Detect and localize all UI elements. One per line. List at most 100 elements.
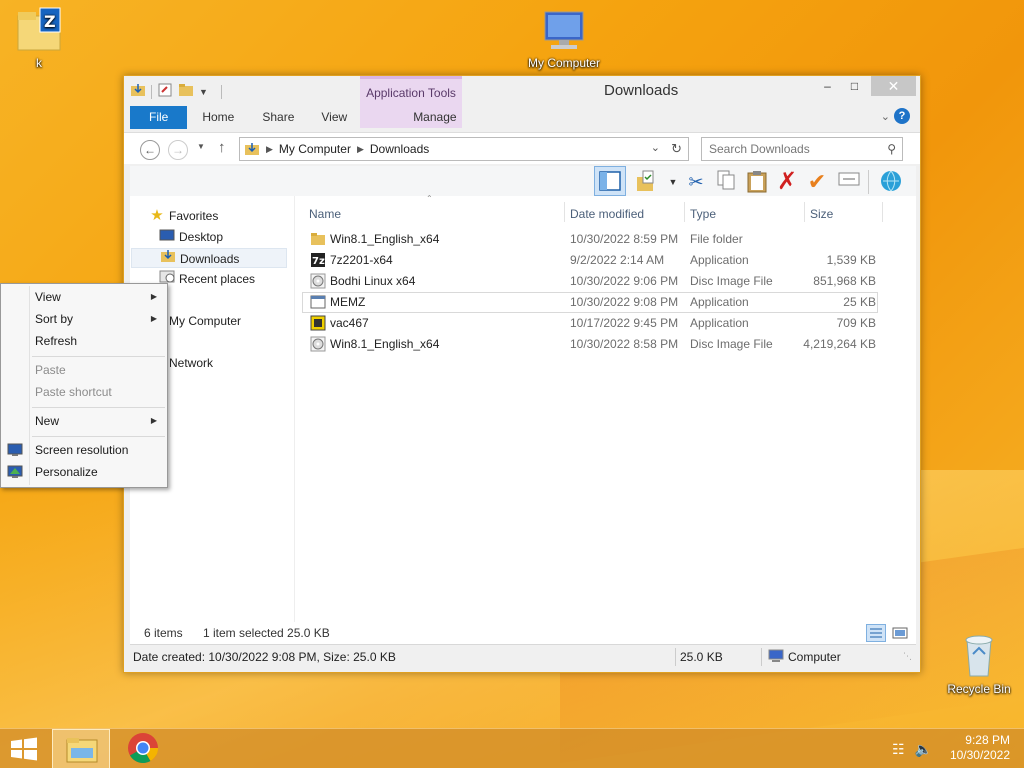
file-date: 9/2/2022 2:14 AM <box>570 253 665 267</box>
column-header-type[interactable]: Type <box>690 202 716 226</box>
breadcrumb-my-computer[interactable]: My Computer <box>279 142 351 156</box>
up-arrow-icon[interactable]: ↑ <box>218 139 226 156</box>
menu-item-new[interactable]: New ▶ <box>35 411 163 431</box>
globe-icon[interactable] <box>878 169 904 195</box>
nav-item-label: My Computer <box>169 314 242 328</box>
tab-share[interactable]: Share <box>249 106 307 129</box>
file-row[interactable]: Bodhi Linux x64 10/30/2022 9:06 PM Disc … <box>302 271 878 292</box>
column-header-size[interactable]: Size <box>810 202 833 226</box>
tab-manage[interactable]: Manage <box>399 106 470 129</box>
menu-separator <box>32 436 165 437</box>
column-header-date-modified[interactable]: Date modified <box>570 202 644 226</box>
large-icons-view-icon[interactable] <box>890 624 910 642</box>
separator <box>761 648 762 666</box>
desktop-icon-recycle-bin[interactable]: Recycle Bin <box>934 632 1024 696</box>
tab-home[interactable]: Home <box>187 106 249 129</box>
nav-item-favorites[interactable]: ★ Favorites <box>148 206 306 226</box>
forward-arrow-icon[interactable]: → <box>168 140 188 160</box>
desktop-icon-my-computer[interactable]: My Computer <box>519 8 609 70</box>
star-icon: ★ <box>150 207 164 224</box>
clock[interactable]: 9:28 PM 10/30/2022 <box>950 733 1010 763</box>
rename-check-icon[interactable]: ✔ <box>804 169 830 195</box>
tab-file[interactable]: File <box>130 106 188 129</box>
details-view-icon[interactable] <box>866 624 886 642</box>
copy-icon[interactable] <box>713 169 739 195</box>
zip-folder-icon: Z <box>17 7 61 51</box>
file-row[interactable]: vac467 10/17/2022 9:45 PM Application 70… <box>302 313 878 334</box>
menu-item-sort-by[interactable]: Sort by ▶ <box>35 309 163 329</box>
breadcrumb-downloads[interactable]: Downloads <box>370 142 429 156</box>
disc-image-icon <box>310 336 326 359</box>
nav-item-recent-places[interactable]: Recent places <box>158 269 316 289</box>
file-size: 851,968 KB <box>813 274 876 288</box>
menu-item-paste-shortcut[interactable]: Paste shortcut <box>35 382 163 402</box>
computer-icon <box>544 11 584 49</box>
volume-icon[interactable]: 🔈 <box>915 741 932 757</box>
clock-date: 10/30/2022 <box>949 748 1010 762</box>
address-bar[interactable]: ▶ My Computer ▶ Downloads ⌄ ↻ <box>239 137 689 161</box>
details-location: Computer <box>788 650 841 664</box>
minimize-button[interactable]: – <box>814 76 841 96</box>
nav-item-my-computer[interactable]: My Computer <box>148 311 306 331</box>
select-icon[interactable] <box>836 169 862 195</box>
file-row-selected[interactable]: MEMZ 10/30/2022 9:08 PM Application 25 K… <box>302 292 878 313</box>
column-separator[interactable] <box>882 202 883 222</box>
chrome-icon <box>128 733 158 764</box>
title-bar[interactable]: ▼ Application Tools Downloads – □ ✕ <box>124 76 920 128</box>
nav-item-network[interactable]: Network <box>148 353 306 373</box>
preview-pane-icon[interactable] <box>594 166 626 196</box>
file-list[interactable]: ⌃ Name Date modified Type Size Win8.1_En… <box>302 194 916 622</box>
file-name: Win8.1_English_x64 <box>330 232 440 246</box>
address-dropdown-icon[interactable]: ⌄ <box>651 141 660 154</box>
column-separator[interactable] <box>804 202 805 222</box>
file-row[interactable]: Win8.1_English_x64 10/30/2022 8:58 PM Di… <box>302 334 878 355</box>
expand-ribbon-icon[interactable]: ⌄ <box>881 110 890 123</box>
tab-view[interactable]: View <box>307 106 361 129</box>
file-row[interactable]: Win8.1_English_x64 10/30/2022 8:59 PM Fi… <box>302 229 878 250</box>
folder-down-icon[interactable] <box>130 82 146 101</box>
customize-qat-icon[interactable]: ▼ <box>199 87 208 97</box>
clock-time: 9:28 PM <box>965 733 1010 747</box>
paste-icon[interactable] <box>744 169 770 195</box>
cut-icon[interactable]: ✂ <box>683 169 709 195</box>
menu-item-screen-resolution[interactable]: Screen resolution <box>35 440 163 460</box>
close-button[interactable]: ✕ <box>871 76 916 96</box>
help-icon[interactable]: ? <box>894 108 910 124</box>
status-bar: 6 items 1 item selected 25.0 KB <box>130 622 916 644</box>
search-input[interactable]: Search Downloads ⚲ <box>701 137 903 161</box>
menu-item-refresh[interactable]: Refresh <box>35 331 163 351</box>
file-row[interactable]: 7z 7z2201-x64 9/2/2022 2:14 AM Applicati… <box>302 250 878 271</box>
quick-access-toolbar: ▼ <box>130 82 222 101</box>
column-header-name[interactable]: Name <box>309 202 341 226</box>
properties-icon[interactable] <box>157 82 173 101</box>
column-separator[interactable] <box>564 202 565 222</box>
file-type: Application <box>690 253 749 267</box>
refresh-icon[interactable]: ↻ <box>671 141 682 157</box>
menu-separator <box>32 356 165 357</box>
nav-item-desktop[interactable]: Desktop <box>158 227 316 247</box>
nav-item-downloads[interactable]: Downloads <box>131 248 287 268</box>
desktop-context-menu[interactable]: View ▶ Sort by ▶ Refresh Paste Paste short… <box>0 283 168 488</box>
menu-item-view[interactable]: View ▶ <box>35 287 163 307</box>
recent-locations-icon[interactable]: ▼ <box>197 142 205 151</box>
nav-item-label: Network <box>169 356 214 370</box>
menu-item-paste[interactable]: Paste <box>35 360 163 380</box>
delete-icon[interactable]: ✗ <box>774 169 800 195</box>
new-folder-icon[interactable] <box>178 82 194 101</box>
resize-grip-icon[interactable]: ⋱ <box>903 644 912 668</box>
menu-item-personalize[interactable]: Personalize <box>35 462 163 482</box>
desktop-icon-k[interactable]: Z k <box>0 6 84 70</box>
content-area: ★ Favorites Desktop Downloads Recent plac… <box>130 194 916 622</box>
taskbar-chrome[interactable] <box>114 729 172 768</box>
window-title: Downloads <box>604 82 679 99</box>
network-tray-icon[interactable]: ☷ <box>892 741 905 757</box>
explorer-window[interactable]: ▼ Application Tools Downloads – □ ✕ File… <box>123 75 921 673</box>
column-separator[interactable] <box>684 202 685 222</box>
windows-start-icon[interactable] <box>10 737 38 761</box>
recycle-bin-icon <box>965 635 993 677</box>
back-arrow-icon[interactable]: ← <box>140 140 160 160</box>
search-placeholder: Search Downloads <box>709 142 810 156</box>
properties-folder-icon[interactable] <box>634 169 660 195</box>
maximize-button[interactable]: □ <box>841 76 868 96</box>
taskbar-file-explorer[interactable] <box>52 729 110 768</box>
